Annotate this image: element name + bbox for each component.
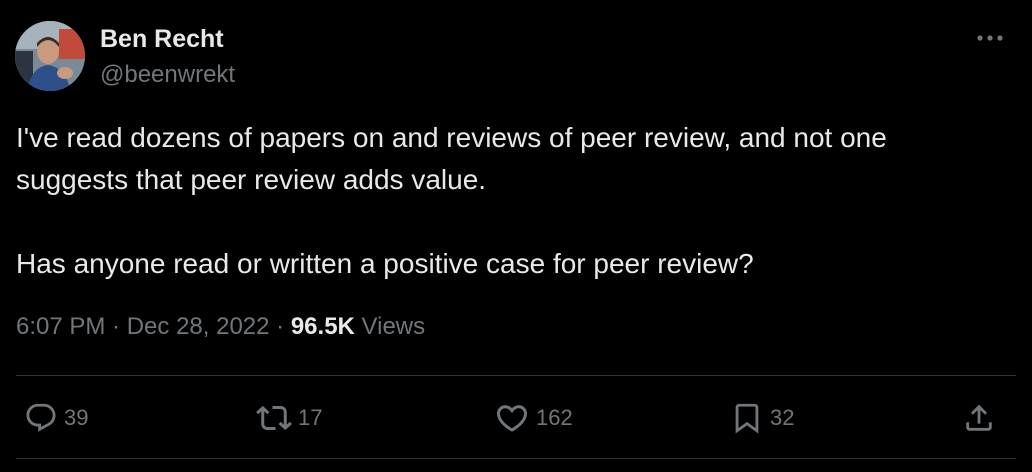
tweet-text-line: suggests that peer review adds value. (16, 164, 487, 195)
author-handle[interactable]: @beenwrekt (100, 61, 235, 89)
heart-icon (496, 405, 528, 432)
retweet-button[interactable]: 17 (256, 400, 322, 436)
like-button[interactable]: 162 (494, 400, 573, 436)
share-button[interactable] (962, 400, 996, 436)
tweet-text: I've read dozens of papers on and review… (16, 117, 1016, 285)
divider (16, 458, 1016, 459)
tweet-card: Ben Recht @beenwrekt I've read dozens of… (0, 0, 1032, 472)
bookmark-button[interactable]: 32 (730, 400, 794, 436)
tweet-text-blank-line (16, 201, 1016, 243)
tweet-date[interactable]: Dec 28, 2022 (127, 313, 270, 340)
reply-icon (26, 403, 56, 432)
tweet-text-line: Has anyone read or written a positive ca… (16, 248, 754, 279)
divider (16, 375, 1016, 376)
retweet-icon (256, 405, 292, 431)
views-label: Views (361, 313, 426, 340)
tweet-time[interactable]: 6:07 PM (16, 313, 105, 340)
author-display-name[interactable]: Ben Recht (100, 25, 224, 54)
meta-separator: · (269, 313, 291, 340)
meta-separator: · (105, 313, 127, 340)
views-count[interactable]: 96.5K (291, 313, 355, 340)
share-icon (966, 404, 992, 431)
more-options-button[interactable] (972, 26, 1008, 50)
reply-button[interactable]: 39 (24, 400, 88, 436)
profile-photo-icon (15, 21, 85, 91)
more-icon (977, 35, 1003, 41)
like-count: 162 (536, 405, 573, 430)
tweet-metadata: 6:07 PM · Dec 28, 2022 · 96.5K Views (16, 313, 425, 341)
avatar[interactable] (15, 21, 85, 91)
bookmark-count: 32 (770, 405, 795, 430)
tweet-text-line: I've read dozens of papers on and review… (16, 122, 887, 153)
reply-count: 39 (64, 405, 89, 430)
bookmark-icon (735, 403, 759, 434)
retweet-count: 17 (298, 405, 323, 430)
